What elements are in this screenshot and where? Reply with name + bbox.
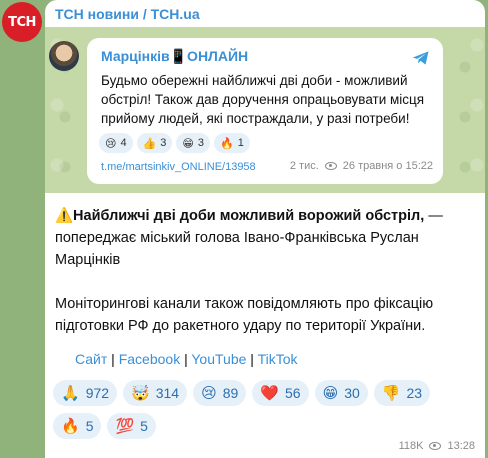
reaction-chip[interactable]: 🙏 972 [53,380,118,406]
reaction-count: 3 [160,137,167,149]
forwarded-card: Марцінків📱ОНЛАЙН Будьмо обережні найближ… [87,38,443,184]
reaction-chip[interactable]: 😁 30 [314,380,368,406]
reaction-count: 3 [197,137,205,149]
eye-icon [324,162,337,170]
post-headline: ⚠️Найближчі дві доби можливий ворожий об… [55,208,425,224]
channel-avatar[interactable]: ТСН [2,2,42,42]
reaction-chip[interactable]: ❤️ 56 [252,380,309,406]
post-link[interactable]: Сайт [75,351,107,367]
post-meta: 118K 13:28 [399,440,475,452]
reaction-count: 1 [237,137,244,149]
forwarded-date: 26 травня о 15:22 [342,160,433,172]
forwarded-link[interactable]: t.me/martsinkiv_ONLINE/13958 [101,161,256,173]
forwarded-reactions: 😢 4 👍 3 😁 3 🔥 1 [99,133,250,153]
telegram-icon [412,51,429,65]
link-separator: | [246,351,258,367]
reaction-count: 4 [120,137,127,149]
reaction-chip[interactable]: 🤯 314 [123,380,188,406]
post-time: 13:28 [447,440,475,452]
message-bubble: ТСН новини / TCH.ua Марцінків📱ОНЛАЙН Буд… [45,0,485,458]
reaction-emoji: ❤️ [260,384,279,402]
reactions-bar: 🙏 972 🤯 314 😢 89 ❤️ 56 😁 30 👎 23 🔥 5 💯 5 [53,380,473,439]
forwarded-views: 2 тис. [289,160,319,172]
post-text: ⚠️Найближчі дві доби можливий ворожий об… [55,205,475,359]
reaction-chip[interactable]: 🔥 1 [214,133,250,153]
post-links: Сайт | Facebook | YouTube | TikTok [75,351,298,367]
reaction-emoji: 😁 [322,384,339,402]
reaction-count: 23 [406,385,423,401]
reaction-chip[interactable]: 😢 89 [193,380,247,406]
reaction-count: 89 [222,385,239,401]
reaction-chip[interactable]: 😁 3 [176,133,211,153]
reaction-emoji: 😢 [201,384,217,402]
reaction-count: 972 [85,385,110,401]
reaction-emoji: 👎 [381,384,401,402]
reaction-chip[interactable]: 😢 4 [99,133,133,153]
link-separator: | [180,351,192,367]
reaction-count: 314 [155,385,180,401]
reaction-emoji: 😁 [182,136,194,150]
reaction-emoji: 😢 [105,136,117,150]
reaction-count: 5 [85,418,94,434]
reaction-emoji: 🙏 [61,384,80,402]
reaction-emoji: 🔥 [61,417,80,435]
reaction-emoji: 💯 [115,417,135,435]
reaction-emoji: 🔥 [220,136,234,150]
reaction-count: 5 [140,418,148,434]
forwarded-text: Будьмо обережні найближчі дві доби - мож… [101,73,425,126]
reaction-chip[interactable]: 👍 3 [136,133,173,153]
link-separator: | [107,351,119,367]
forwarded-author-name: Марцінків📱ОНЛАЙН [101,48,249,64]
post-paragraph: Моніторингові канали також повідомляють … [55,296,434,334]
forwarded-author-avatar [49,41,79,71]
reaction-count: 30 [344,385,360,401]
post-link[interactable]: TikTok [258,351,298,367]
post-views: 118K [398,440,424,452]
eye-icon [429,442,442,450]
post-link[interactable]: YouTube [191,351,246,367]
reaction-emoji: 🤯 [131,384,150,402]
reaction-chip[interactable]: 🔥 5 [53,413,102,439]
reaction-chip[interactable]: 👎 23 [373,380,431,406]
reaction-count: 56 [285,385,301,401]
reaction-emoji: 👍 [142,136,157,150]
reaction-chip[interactable]: 💯 5 [107,413,156,439]
forwarded-meta: 2 тис. 26 травня о 15:22 [290,160,433,172]
post-link[interactable]: Facebook [119,351,180,367]
channel-title[interactable]: ТСН новини / TCH.ua [55,6,200,22]
forwarded-preview[interactable]: Марцінків📱ОНЛАЙН Будьмо обережні найближ… [45,27,485,193]
